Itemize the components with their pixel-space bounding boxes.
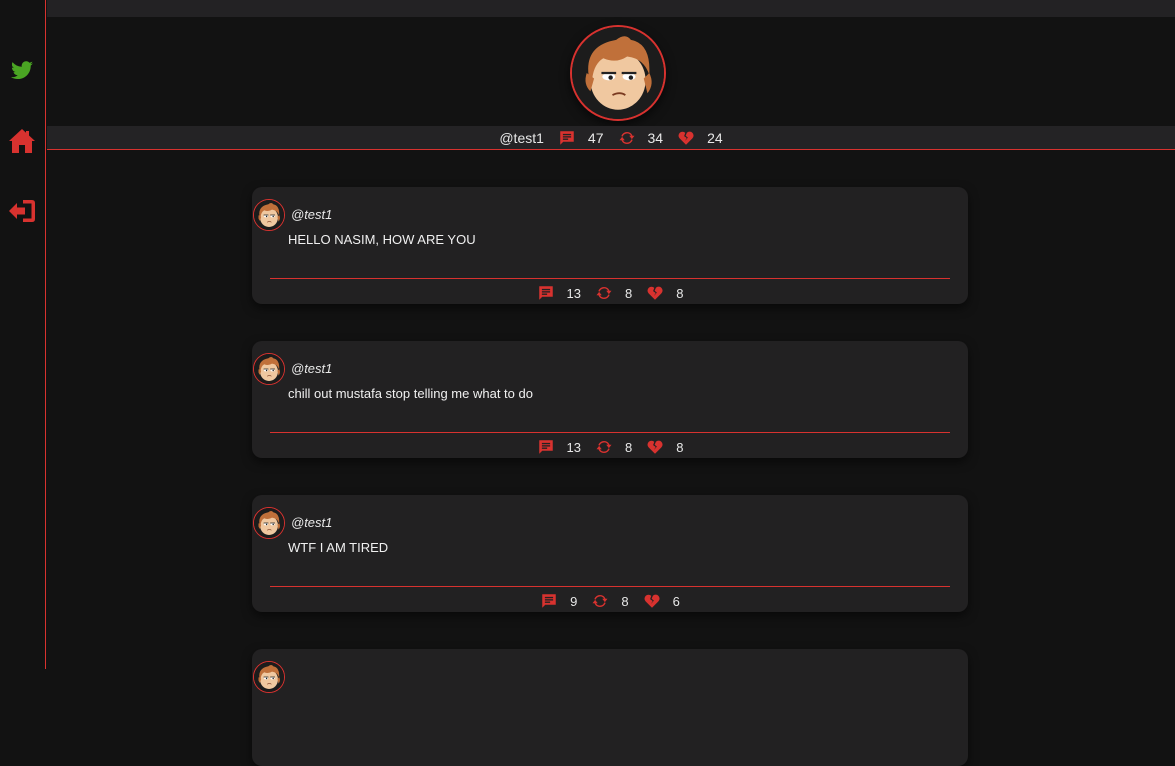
comment-count: 13	[566, 439, 581, 455]
sidebar	[0, 0, 46, 669]
post-actions: 9 8 6	[252, 592, 968, 610]
post-actions: 13 8 8	[252, 284, 968, 302]
comment-button[interactable]: 13	[537, 284, 595, 302]
profile-handle-item: @test1	[499, 130, 558, 146]
post-avatar[interactable]	[253, 199, 285, 231]
post-card[interactable]: @test1 chill out mustafa stop telling me…	[252, 341, 968, 458]
retweet-icon	[595, 284, 613, 302]
post-card[interactable]: @test1 WTF I AM TIRED 9 8 6	[252, 495, 968, 612]
comment-icon	[537, 438, 555, 456]
comment-icon	[558, 129, 576, 147]
home-icon[interactable]	[8, 127, 36, 155]
like-button[interactable]: 8	[646, 438, 683, 456]
profile-likes-stat: 24	[677, 129, 723, 147]
profile-comments-count: 47	[587, 129, 604, 146]
profile-handle[interactable]: @test1	[499, 130, 544, 146]
post-handle[interactable]: @test1	[291, 515, 332, 530]
bird-logo-icon[interactable]	[8, 57, 36, 85]
post-card[interactable]: @test1 HELLO NASIM, HOW ARE YOU 13 8 8	[252, 187, 968, 304]
logout-icon[interactable]	[8, 197, 36, 225]
retweet-icon	[595, 438, 613, 456]
retweet-button[interactable]: 8	[591, 592, 642, 610]
comment-icon	[540, 592, 558, 610]
post-handle[interactable]: @test1	[291, 207, 332, 222]
post-text: chill out mustafa stop telling me what t…	[288, 386, 533, 401]
like-count: 8	[676, 285, 684, 301]
broken-heart-icon	[677, 129, 695, 147]
post-actions: 13 8 8	[252, 438, 968, 456]
profile-retweets-count: 34	[647, 129, 664, 146]
post-handle[interactable]: @test1	[291, 361, 332, 376]
post-card[interactable]	[252, 649, 968, 766]
retweet-button[interactable]: 8	[595, 438, 646, 456]
profile-stats-bar: @test1 47 34 24	[47, 126, 1175, 150]
profile-retweets-stat: 34	[618, 129, 678, 147]
post-divider	[270, 432, 950, 433]
comment-count: 13	[566, 285, 581, 301]
post-divider	[270, 278, 950, 279]
retweet-button[interactable]: 8	[595, 284, 646, 302]
profile-avatar[interactable]	[570, 25, 666, 121]
retweet-count: 8	[625, 439, 633, 455]
comment-button[interactable]: 9	[540, 592, 591, 610]
like-button[interactable]: 8	[646, 284, 683, 302]
broken-heart-icon	[643, 592, 661, 610]
post-avatar[interactable]	[253, 353, 285, 385]
like-count: 8	[676, 439, 684, 455]
retweet-count: 8	[621, 593, 629, 609]
comment-button[interactable]: 13	[537, 438, 595, 456]
profile-likes-count: 24	[707, 129, 723, 146]
post-divider	[270, 586, 950, 587]
retweet-icon	[618, 129, 636, 147]
retweet-icon	[591, 592, 609, 610]
retweet-count: 8	[625, 285, 633, 301]
post-text: WTF I AM TIRED	[288, 540, 389, 555]
post-avatar[interactable]	[253, 661, 285, 693]
broken-heart-icon	[646, 284, 664, 302]
post-text: HELLO NASIM, HOW ARE YOU	[288, 232, 476, 247]
profile-comments-stat: 47	[558, 129, 618, 147]
post-avatar[interactable]	[253, 507, 285, 539]
comment-count: 9	[570, 593, 578, 609]
comment-icon	[537, 284, 555, 302]
broken-heart-icon	[646, 438, 664, 456]
like-count: 6	[672, 593, 680, 609]
top-bar	[47, 0, 1175, 17]
like-button[interactable]: 6	[643, 592, 680, 610]
